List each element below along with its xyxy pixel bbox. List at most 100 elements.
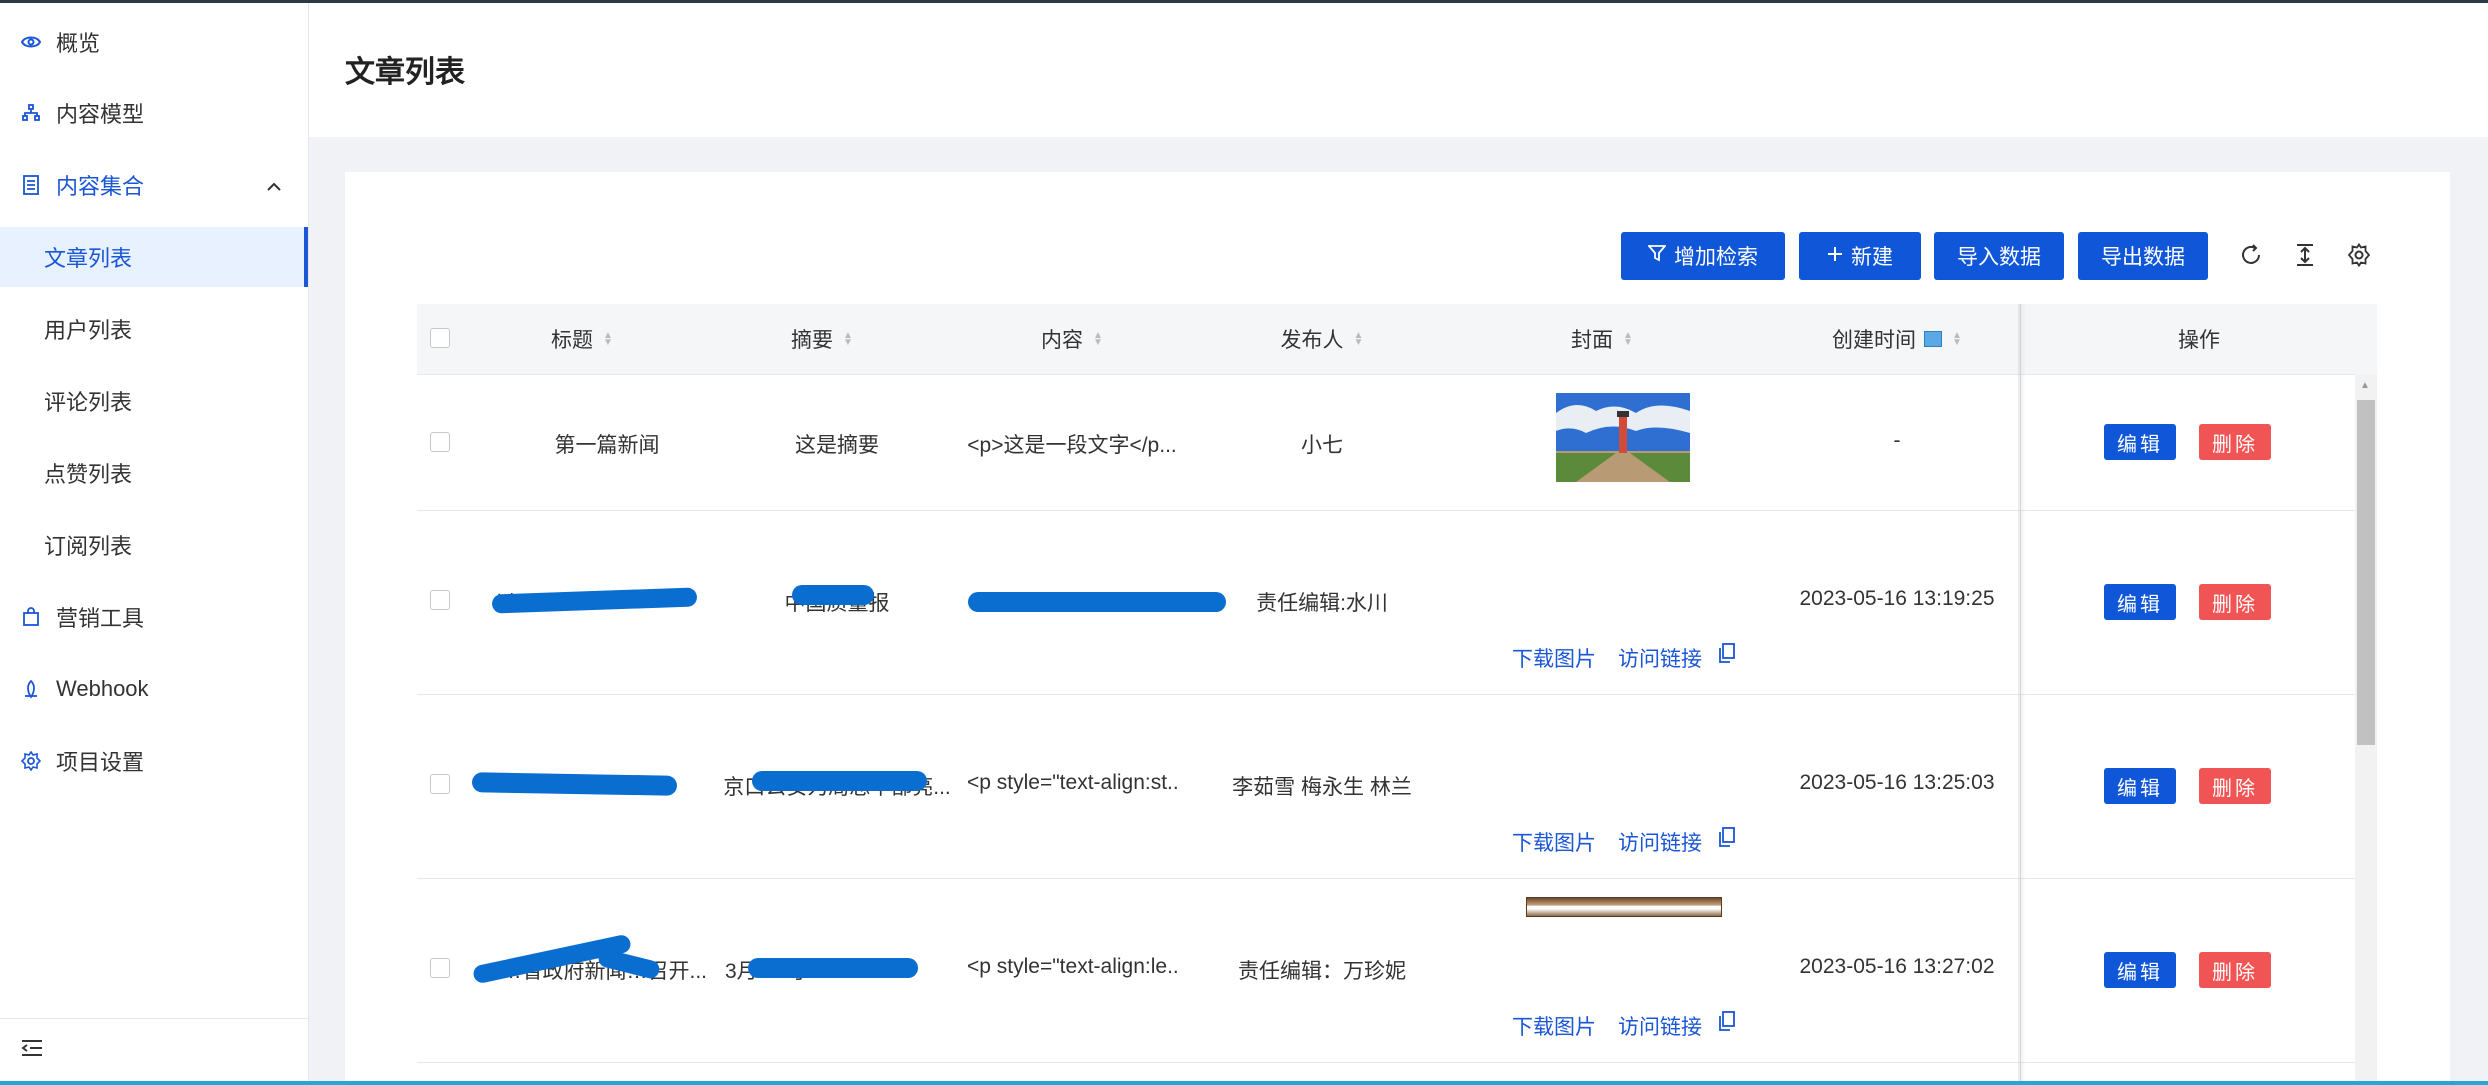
cell-title[interactable]: 第一篇新闻 <box>477 429 737 459</box>
download-image-link[interactable]: 下载图片 <box>1512 1011 1596 1041</box>
import-button[interactable]: 导入数据 <box>1934 232 2064 280</box>
column-header-actions: 操作 <box>2021 304 2377 374</box>
webhook-icon <box>18 676 44 702</box>
table-row: …省政府新闻…召开... 3月2…了... <p style="text-ali… <box>417 879 2377 1063</box>
export-label: 导出数据 <box>2101 246 2185 269</box>
row-checkbox[interactable] <box>430 590 450 610</box>
import-label: 导入数据 <box>1957 246 2041 269</box>
sidebar-item-webhook[interactable]: Webhook <box>0 659 308 719</box>
scrollbar-thumb[interactable] <box>2357 400 2375 745</box>
gear-icon <box>18 748 44 774</box>
copy-icon[interactable] <box>1719 827 1735 853</box>
cell-content: <p style="text-align:st... <box>967 771 1177 794</box>
chevron-up-icon[interactable] <box>266 172 282 198</box>
cell-created: 2023-05-16 13:19:25 <box>1799 587 1995 610</box>
sort-icon[interactable]: ▲ ▼ <box>1093 331 1103 348</box>
export-button[interactable]: 导出数据 <box>2078 232 2208 280</box>
new-button[interactable]: 新建 <box>1799 232 1921 280</box>
sidebar-divider <box>0 1018 308 1019</box>
calendar-tooltip-icon[interactable] <box>1924 331 1943 347</box>
add-filter-button[interactable]: 增加检索 <box>1621 232 1785 280</box>
column-header-created[interactable]: 创建时间 ▲ ▼ <box>1777 304 2017 374</box>
table-row: 以… 中国质量报 责任编辑:水川 2023-05-16 13:19:25 下载图… <box>417 511 2377 695</box>
delete-button[interactable]: 删除 <box>2199 424 2271 460</box>
cell-author: 李茹雪 梅永生 林兰 <box>1232 776 1412 799</box>
cover-image[interactable] <box>1526 897 1722 917</box>
delete-button[interactable]: 删除 <box>2199 952 2271 988</box>
plus-icon <box>1827 244 1843 268</box>
cover-image[interactable] <box>1556 393 1690 482</box>
sidebar-item-marketing[interactable]: 营销工具 <box>0 587 308 647</box>
redaction-mark <box>471 772 678 796</box>
sidebar-item-label: Webhook <box>56 676 149 701</box>
sidebar-item-article-list[interactable]: 文章列表 <box>0 227 308 287</box>
column-header-author[interactable]: 发布人 ▲ ▼ <box>1217 304 1427 374</box>
sort-icon[interactable]: ▲ ▼ <box>1952 331 1962 348</box>
redaction-mark <box>968 592 1226 612</box>
sidebar-item-content-collection[interactable]: 内容集合 <box>0 155 308 215</box>
cell-summary: 这是摘要 <box>795 434 879 457</box>
column-header-content[interactable]: 内容 ▲ ▼ <box>967 304 1177 374</box>
table-row: … 京口公安为局总平部亮... <p style="text-align:st.… <box>417 695 2377 879</box>
sidebar-item-like-list[interactable]: 点赞列表 <box>0 443 308 503</box>
scroll-up-arrow-icon[interactable]: ▲ <box>2360 380 2370 391</box>
edit-button[interactable]: 编辑 <box>2104 424 2176 460</box>
sidebar-item-content-model[interactable]: 内容模型 <box>0 83 308 143</box>
row-checkbox[interactable] <box>430 774 450 794</box>
sort-icon[interactable]: ▲ ▼ <box>1354 331 1364 348</box>
copy-icon[interactable] <box>1719 1011 1735 1037</box>
column-header-cover[interactable]: 封面 ▲ ▼ <box>1497 304 1707 374</box>
redaction-mark <box>792 585 874 605</box>
edit-button[interactable]: 编辑 <box>2104 768 2176 804</box>
sidebar-item-label: 用户列表 <box>44 318 133 343</box>
column-header-title[interactable]: 标题 ▲ ▼ <box>477 304 687 374</box>
download-image-link[interactable]: 下载图片 <box>1512 827 1596 857</box>
cell-created: 2023-05-16 13:25:03 <box>1799 771 1995 794</box>
sort-icon[interactable]: ▲ ▼ <box>603 331 613 348</box>
window-bottom-border <box>0 1081 2488 1085</box>
row-checkbox[interactable] <box>430 432 450 452</box>
new-label: 新建 <box>1851 246 1893 269</box>
table-header: 标题 ▲ ▼ 摘要 ▲ ▼ 内容 ▲ ▼ 发布人 ▲ ▼ 封面 ▲ ▼ 创建时间 ▲ ▼ 操… <box>417 304 2377 375</box>
redaction-mark <box>748 958 918 978</box>
delete-button[interactable]: 删除 <box>2199 768 2271 804</box>
visit-link[interactable]: 访问链接 <box>1618 1011 1702 1041</box>
column-header-summary[interactable]: 摘要 ▲ ▼ <box>717 304 927 374</box>
sidebar-item-comment-list[interactable]: 评论列表 <box>0 371 308 431</box>
filter-icon <box>1647 244 1667 268</box>
sidebar-item-label: 点赞列表 <box>44 462 133 487</box>
sidebar-item-label: 内容模型 <box>56 102 145 127</box>
refresh-icon[interactable] <box>2236 240 2266 270</box>
sidebar-item-project-settings[interactable]: 项目设置 <box>0 731 308 791</box>
sidebar-item-label: 概览 <box>56 31 101 56</box>
sidebar-item-label: 评论列表 <box>44 390 133 415</box>
download-image-link[interactable]: 下载图片 <box>1512 643 1596 673</box>
table-row: 第一篇新闻 这是摘要 <p>这是一段文字</p... 小七 - 编辑 删除 <box>417 375 2377 511</box>
sidebar-item-overview[interactable]: 概览 <box>0 12 308 72</box>
sidebar-item-subscription-list[interactable]: 订阅列表 <box>0 515 308 575</box>
sidebar-item-label: 订阅列表 <box>44 534 133 559</box>
edit-button[interactable]: 编辑 <box>2104 584 2176 620</box>
collapse-menu-icon[interactable] <box>20 1038 46 1064</box>
sort-icon[interactable]: ▲ ▼ <box>843 331 853 348</box>
sort-icon[interactable]: ▲ ▼ <box>1623 331 1633 348</box>
shopping-bag-icon <box>18 604 44 630</box>
visit-link[interactable]: 访问链接 <box>1618 827 1702 857</box>
sidebar-item-label: 项目设置 <box>56 750 145 775</box>
sidebar-item-user-list[interactable]: 用户列表 <box>0 299 308 359</box>
row-checkbox[interactable] <box>430 958 450 978</box>
select-all-checkbox[interactable] <box>430 328 450 348</box>
document-list-icon <box>18 172 44 198</box>
eye-icon <box>18 29 44 55</box>
settings-gear-icon[interactable] <box>2344 240 2374 270</box>
page-title: 文章列表 <box>345 56 465 89</box>
cell-created: 2023-05-16 13:27:02 <box>1799 955 1995 978</box>
column-height-icon[interactable] <box>2290 240 2320 270</box>
sidebar-item-label: 营销工具 <box>56 606 145 631</box>
visit-link[interactable]: 访问链接 <box>1618 643 1702 673</box>
delete-button[interactable]: 删除 <box>2199 584 2271 620</box>
cell-content: <p>这是一段文字</p... <box>967 434 1177 457</box>
copy-icon[interactable] <box>1719 643 1735 669</box>
sidebar-item-label: 文章列表 <box>44 246 133 271</box>
edit-button[interactable]: 编辑 <box>2104 952 2176 988</box>
